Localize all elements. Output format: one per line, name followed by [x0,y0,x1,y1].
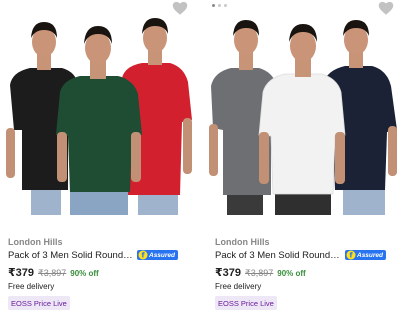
model-middle [258,24,346,215]
product-title[interactable]: Pack of 3 Men Solid Round Neck ... [215,250,341,261]
product-card[interactable]: London Hills Pack of 3 Men Solid Round N… [207,0,400,317]
discount-percent: 90% off [70,269,99,278]
product-image[interactable] [0,0,200,215]
heart-icon[interactable] [377,0,395,16]
original-price: ₹3,897 [245,268,274,278]
carousel-dot[interactable] [218,4,221,7]
product-grid: London Hills Pack of 3 Men Solid Round N… [0,0,400,317]
product-title[interactable]: Pack of 3 Men Solid Round Neck ... [8,250,134,261]
assured-label: Assured [357,251,384,259]
flipkart-assured-icon: f [346,250,356,260]
product-brand: London Hills [215,237,270,247]
product-brand: London Hills [8,237,63,247]
carousel-dots [212,4,227,7]
product-image[interactable] [207,0,400,215]
model-middle [56,26,142,215]
discount-percent: 90% off [277,269,306,278]
price-row: ₹379 ₹3,897 90% off [215,266,306,279]
selling-price: ₹379 [8,267,35,279]
carousel-dot[interactable] [224,4,227,7]
product-card[interactable]: London Hills Pack of 3 Men Solid Round N… [0,0,200,317]
original-price: ₹3,897 [38,268,67,278]
delivery-info: Free delivery [8,282,55,291]
shirt-shape [56,76,142,192]
assured-badge: f Assured [345,249,387,261]
price-row: ₹379 ₹3,897 90% off [8,266,99,279]
sale-tag: EOSS Price Live [8,296,70,310]
flipkart-assured-icon: f [138,250,148,260]
assured-badge: f Assured [137,249,179,261]
heart-icon[interactable] [171,0,189,16]
selling-price: ₹379 [215,267,242,279]
delivery-info: Free delivery [215,282,262,291]
shirt-shape [258,73,346,195]
assured-label: Assured [149,251,176,259]
carousel-dot[interactable] [212,4,215,7]
sale-tag: EOSS Price Live [215,296,277,310]
